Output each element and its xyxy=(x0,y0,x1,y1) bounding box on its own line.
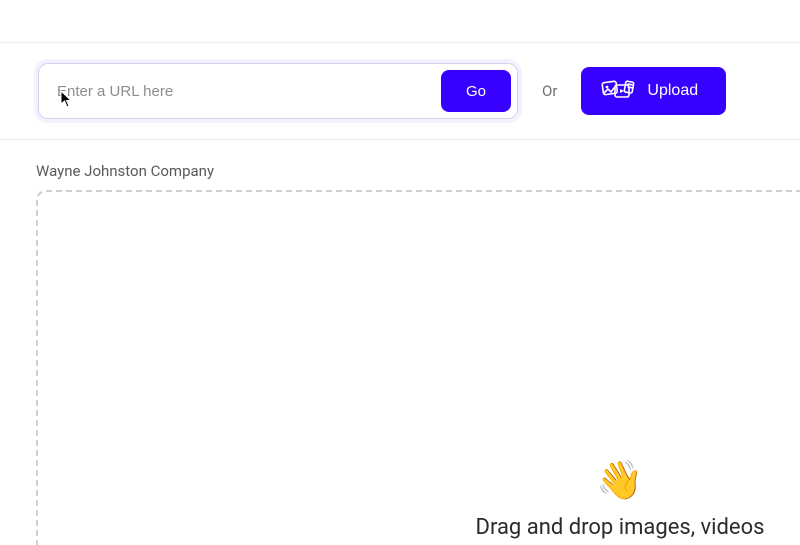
dropzone-wrap: 👋 Drag and drop images, videos xyxy=(0,190,800,545)
dropzone-text: Drag and drop images, videos xyxy=(440,515,800,540)
dropzone-content: 👋 Drag and drop images, videos xyxy=(440,459,800,540)
url-bar-row: Go Or Upload xyxy=(0,43,800,139)
go-button[interactable]: Go xyxy=(441,70,511,112)
upload-button-label: Upload xyxy=(647,82,698,100)
top-spacer xyxy=(0,0,800,42)
upload-button[interactable]: Upload xyxy=(581,67,726,115)
wave-hand-icon: 👋 xyxy=(596,459,643,503)
url-input-container[interactable]: Go xyxy=(38,63,518,119)
media-upload-icon xyxy=(601,79,635,103)
dropzone[interactable]: 👋 Drag and drop images, videos xyxy=(36,190,800,545)
company-name-label: Wayne Johnston Company xyxy=(0,140,800,190)
url-input[interactable] xyxy=(57,83,441,100)
or-label: Or xyxy=(542,82,557,100)
